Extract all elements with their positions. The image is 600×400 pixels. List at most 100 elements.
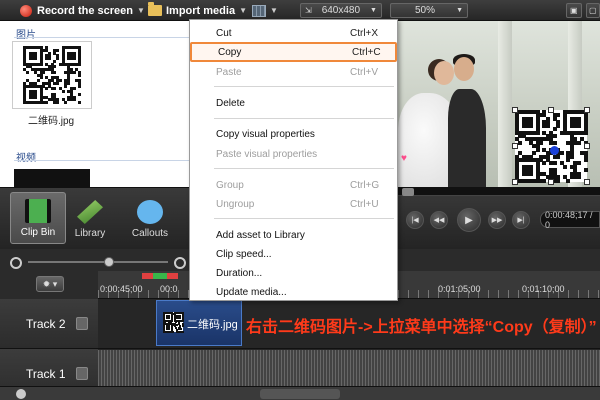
menu-item-shortcut: Ctrl+C xyxy=(352,46,381,58)
preview-scrubber[interactable] xyxy=(398,188,600,196)
resize-handle[interactable] xyxy=(584,179,590,185)
qr-module xyxy=(61,90,65,94)
qr-module xyxy=(56,57,60,61)
qr-code-image xyxy=(23,46,82,105)
record-screen-button[interactable]: Record the screen ▼ xyxy=(20,2,145,19)
zoom-slider-thumb[interactable] xyxy=(104,257,114,267)
zoom-select[interactable]: 50% ▼ xyxy=(390,3,468,18)
menu-item-label: Clip speed... xyxy=(216,248,272,260)
qr-module xyxy=(72,87,76,91)
fullscreen-button[interactable]: ▣ xyxy=(566,3,582,18)
import-media-button[interactable]: Import media ▼ xyxy=(148,2,247,19)
qr-module xyxy=(535,147,540,152)
gear-icon: ✹ ▾ xyxy=(42,278,58,289)
qr-module xyxy=(72,98,76,102)
resize-handle[interactable] xyxy=(512,143,518,149)
callout-icon xyxy=(137,200,163,224)
tick-label: 0:01:05;00 xyxy=(438,284,481,294)
menu-item-cut[interactable]: Cut Ctrl+X xyxy=(190,23,397,43)
menu-item-label: Update media... xyxy=(216,286,287,298)
tab-clip-bin[interactable]: Clip Bin xyxy=(10,192,66,244)
menu-item-label: Add asset to Library xyxy=(216,229,305,241)
resolution-select[interactable]: ⇲ 640x480 ▼ xyxy=(300,3,382,18)
zoom-slider-track[interactable] xyxy=(28,261,168,263)
lock-icon[interactable] xyxy=(76,367,88,380)
track-settings-button[interactable]: ✹ ▾ xyxy=(36,276,64,292)
images-section-label: 图片 xyxy=(16,30,36,41)
scrubber-thumb[interactable] xyxy=(402,188,414,196)
menu-item-copy-visual-properties[interactable]: Copy visual properties xyxy=(190,124,397,144)
qr-module xyxy=(78,101,82,105)
timeline-zoom xyxy=(0,253,190,271)
media-thumbnail-qr[interactable] xyxy=(12,41,92,109)
qr-module xyxy=(556,113,561,118)
qr-module xyxy=(78,73,82,77)
menu-item-update-media[interactable]: Update media... xyxy=(190,282,397,302)
zoom-out-icon[interactable] xyxy=(10,257,22,269)
menu-item-copy[interactable]: Copy Ctrl+C xyxy=(190,42,397,62)
menu-item-duration[interactable]: Duration... xyxy=(190,263,397,283)
qr-module xyxy=(53,87,57,91)
qr-module xyxy=(559,151,564,156)
chevron-down-icon: ▼ xyxy=(370,7,377,14)
resize-handle[interactable] xyxy=(548,179,554,185)
qr-module xyxy=(172,330,175,333)
qr-module xyxy=(67,81,71,85)
qr-module xyxy=(42,70,46,74)
chevron-down-icon: ▼ xyxy=(456,7,463,14)
resize-handle[interactable] xyxy=(584,143,590,149)
menu-separator xyxy=(214,86,394,87)
qr-module xyxy=(72,57,76,61)
rotate-center-handle[interactable] xyxy=(550,146,559,155)
rewind-button[interactable]: ◀◀ xyxy=(430,211,448,229)
qr-module xyxy=(576,140,581,145)
chevron-down-icon: ▼ xyxy=(270,6,278,15)
resize-handle[interactable] xyxy=(584,107,590,113)
track-label: Track 2 xyxy=(26,316,66,331)
resize-handle[interactable] xyxy=(512,107,518,113)
qr-module xyxy=(528,171,533,176)
next-clip-button[interactable]: ▶| xyxy=(512,211,530,229)
qr-module xyxy=(576,123,581,128)
divider xyxy=(14,37,190,38)
track-header-2[interactable]: Track 2 xyxy=(0,299,98,349)
qr-module xyxy=(45,87,49,91)
menu-item-add-asset-to-library[interactable]: Add asset to Library xyxy=(190,225,397,245)
previous-clip-button[interactable]: |◀ xyxy=(406,211,424,229)
menu-item-paste-visual-properties: Paste visual properties xyxy=(190,144,397,164)
qr-module xyxy=(583,158,588,162)
timeline-scrollbar[interactable] xyxy=(0,386,600,400)
audio-waveform[interactable] xyxy=(98,350,600,386)
lock-icon[interactable] xyxy=(76,317,88,330)
qr-module xyxy=(552,161,557,166)
qr-module xyxy=(34,57,38,61)
play-button[interactable]: ▶ xyxy=(457,208,481,232)
qr-module xyxy=(583,168,588,173)
timeline-clip-qr[interactable]: 二维码.jpg xyxy=(156,300,242,346)
library-icon xyxy=(77,200,103,224)
menu-item-label: Copy visual properties xyxy=(216,128,315,140)
scroll-zoom-knob[interactable] xyxy=(16,389,26,399)
resize-handle[interactable] xyxy=(548,107,554,113)
qr-module xyxy=(34,95,38,99)
tab-callouts[interactable]: Callouts xyxy=(122,192,178,244)
produce-menu-button[interactable]: ▼ xyxy=(252,2,278,19)
video-section-label: 视频 xyxy=(16,153,36,164)
media-filename: 二维码.jpg xyxy=(28,116,75,127)
menu-item-label: Group xyxy=(216,179,244,191)
menu-item-paste: Paste Ctrl+V xyxy=(190,62,397,82)
menu-item-delete[interactable]: Delete xyxy=(190,93,397,113)
menu-item-clip-speed[interactable]: Clip speed... xyxy=(190,244,397,264)
folder-icon xyxy=(148,2,162,16)
playhead[interactable] xyxy=(142,273,178,279)
zoom-in-icon[interactable] xyxy=(174,257,186,269)
qr-module xyxy=(566,178,571,183)
media-thumbnail-video[interactable] xyxy=(14,169,90,187)
fast-forward-button[interactable]: ▶▶ xyxy=(488,211,506,229)
detach-button[interactable]: ▢ xyxy=(586,3,600,18)
scrollbar-thumb[interactable] xyxy=(260,389,340,399)
resize-handle[interactable] xyxy=(512,179,518,185)
tab-library[interactable]: Library xyxy=(62,192,118,244)
preview-canvas[interactable]: ♥ xyxy=(398,21,600,187)
qr-module xyxy=(58,79,62,83)
